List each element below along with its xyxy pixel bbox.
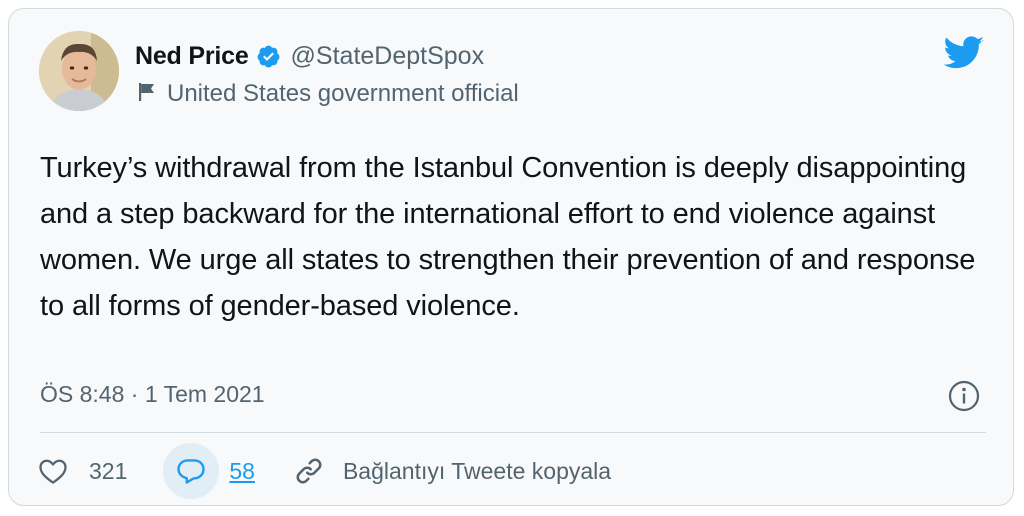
tweet-timestamp[interactable]: ÖS 8:48 · 1 Tem 2021 — [40, 381, 265, 408]
government-label-row: United States government official — [137, 80, 519, 108]
reply-action[interactable]: 58 — [163, 443, 255, 499]
like-action[interactable]: 321 — [25, 443, 127, 499]
info-icon[interactable] — [947, 379, 981, 418]
verified-badge-icon — [256, 44, 281, 69]
link-icon[interactable] — [281, 443, 337, 499]
tweet-text: Turkey’s withdrawal from the Istanbul Co… — [40, 152, 976, 322]
author-handle[interactable]: @StateDeptSpox — [291, 42, 485, 71]
copy-link-label[interactable]: Bağlantıyı Tweete kopyala — [343, 458, 611, 485]
government-label: United States government official — [167, 80, 519, 107]
reply-count[interactable]: 58 — [229, 458, 255, 485]
heart-icon[interactable] — [25, 443, 81, 499]
author-display-name[interactable]: Ned Price — [135, 42, 249, 71]
tweet-card: Ned Price @StateDeptSpox United States g… — [8, 8, 1014, 506]
divider — [40, 432, 986, 433]
copy-link-action[interactable]: Bağlantıyı Tweete kopyala — [281, 443, 611, 499]
reply-bubble-icon[interactable] — [163, 443, 220, 499]
avatar-image — [39, 31, 119, 111]
tweet-actions: 321 58 Bağlantıyı Tweete kopyala — [39, 443, 611, 499]
author-name-row: Ned Price @StateDeptSpox — [135, 42, 484, 71]
like-count: 321 — [89, 457, 128, 484]
twitter-bird-icon[interactable] — [941, 35, 985, 76]
flag-icon — [137, 81, 157, 108]
avatar[interactable] — [39, 31, 119, 111]
